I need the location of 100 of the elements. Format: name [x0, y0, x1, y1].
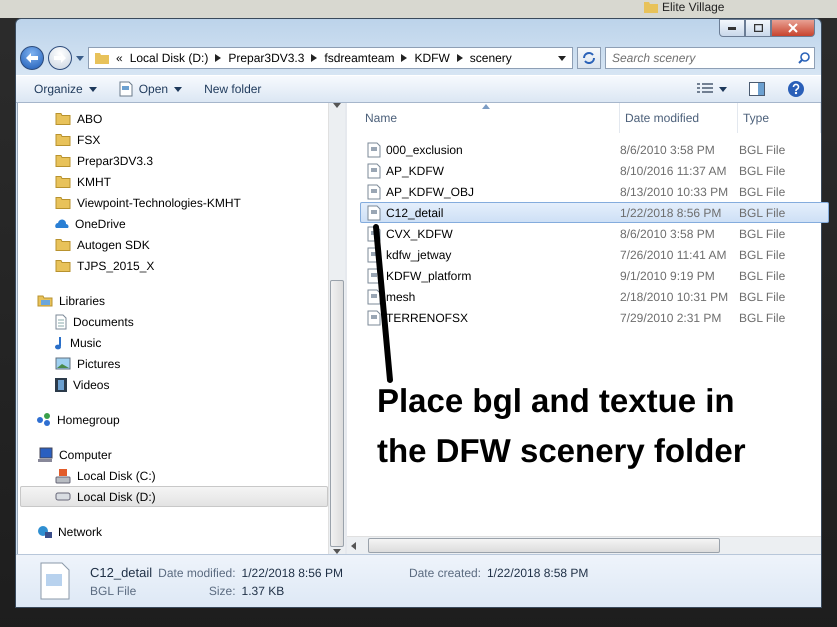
breadcrumb[interactable]: KDFW [414, 51, 450, 65]
nav-item[interactable]: Videos [20, 374, 328, 395]
drive-icon [55, 468, 71, 484]
nav-item[interactable]: Music [20, 332, 328, 353]
chevron-icon [401, 54, 408, 62]
toolbar-menu-button[interactable]: Open [110, 79, 190, 99]
column-header[interactable]: Name [360, 103, 620, 133]
toolbar-button[interactable]: New folder [196, 80, 270, 98]
folder-icon [55, 238, 71, 252]
nav-item[interactable]: Network [20, 521, 328, 542]
preview-pane-icon [749, 82, 765, 96]
folder-icon [55, 174, 71, 188]
file-type: BGL File [738, 184, 786, 198]
breadcrumb[interactable]: fsdreamteam [324, 51, 394, 65]
column-header[interactable]: Type [738, 103, 821, 133]
details-value: 1/22/2018 8:56 PM [242, 566, 343, 580]
file-row[interactable]: C12_detail 1/22/2018 8:56 PM BGL File [360, 202, 829, 223]
cloud-icon [55, 218, 69, 228]
file-type: BGL File [738, 142, 786, 156]
close-button[interactable] [771, 19, 815, 37]
breadcrumb[interactable]: scenery [470, 51, 512, 65]
file-row[interactable]: mesh 2/18/2010 10:31 PM BGL File [360, 286, 829, 307]
nav-item[interactable]: Documents [20, 311, 328, 332]
file-name: mesh [361, 288, 619, 304]
details-file-name: C12_detail [90, 564, 152, 580]
chevron-icon [311, 54, 318, 62]
file-row[interactable]: kdfw_jetway 7/26/2010 11:41 AM BGL File [360, 244, 829, 265]
folder-icon [644, 1, 658, 13]
nav-item[interactable]: Pictures [20, 353, 328, 374]
scrollbar[interactable] [347, 536, 821, 554]
file-name: KDFW_platform [361, 268, 619, 284]
file-row[interactable]: KDFW_platform 9/1/2010 9:19 PM BGL File [360, 265, 829, 286]
homegroup-icon [37, 413, 51, 426]
nav-item[interactable]: OneDrive [20, 213, 328, 234]
file-type: BGL File [738, 164, 786, 178]
toolbar-menu-button[interactable]: Organize [26, 80, 105, 98]
back-button[interactable] [20, 46, 44, 70]
chevron-icon [215, 54, 222, 62]
nav-item[interactable]: TJPS_2015_X [20, 255, 328, 276]
folder-icon [55, 132, 71, 146]
nav-item[interactable]: KMHT [20, 171, 328, 192]
file-date: 7/29/2010 2:31 PM [619, 310, 722, 324]
nav-item[interactable]: Prepar3DV3.3 [20, 150, 328, 171]
close-icon [788, 23, 798, 33]
nav-item[interactable]: Homegroup [20, 409, 328, 430]
folder-icon [55, 154, 71, 168]
column-header[interactable]: Date modified [620, 103, 738, 133]
nav-item[interactable]: Local Disk (D:) [20, 486, 328, 507]
minimize-button[interactable] [719, 19, 745, 37]
folder-icon [55, 196, 71, 210]
refresh-icon [582, 51, 596, 65]
drive-icon [55, 492, 71, 501]
nav-item[interactable]: Computer [20, 444, 328, 465]
file-icon [367, 142, 381, 158]
file-row[interactable]: 000_exclusion 8/6/2010 3:58 PM BGL File [360, 139, 829, 160]
breadcrumb-overflow[interactable]: « [116, 51, 123, 65]
forward-button[interactable] [48, 46, 72, 70]
folder-icon [55, 258, 71, 272]
nav-item[interactable]: Local Disk (C:) [20, 465, 328, 486]
file-row[interactable]: AP_KDFW 8/10/2016 11:37 AM BGL File [360, 160, 829, 181]
minimize-icon [728, 26, 736, 30]
folder-icon [55, 112, 71, 126]
file-type: BGL File [738, 226, 786, 240]
maximize-icon [754, 24, 762, 32]
maximize-button[interactable] [745, 19, 771, 37]
file-name: kdfw_jetway [361, 246, 619, 262]
breadcrumb[interactable]: Prepar3DV3.3 [228, 51, 304, 65]
address-bar[interactable]: « Local Disk (D:) Prepar3DV3.3 fsdreamteam KDFW scenery [88, 47, 573, 69]
details-label: Date modified: [158, 566, 236, 580]
nav-item[interactable]: Libraries [20, 290, 328, 311]
details-label: Size: [208, 584, 236, 598]
nav-item[interactable]: Viewpoint-Technologies-KMHT [20, 192, 328, 213]
file-type: BGL File [738, 268, 786, 282]
file-icon [367, 310, 381, 326]
forward-arrow-icon [54, 53, 66, 63]
file-icon [367, 162, 381, 178]
file-row[interactable]: AP_KDFW_OBJ 8/13/2010 10:33 PM BGL File [360, 181, 829, 202]
file-date: 1/22/2018 8:56 PM [619, 206, 722, 220]
caret-icon [88, 86, 97, 92]
document-icon [55, 314, 67, 330]
folder-icon [95, 52, 109, 64]
document-icon [118, 81, 133, 97]
help-icon [787, 80, 805, 98]
annotation-text: Place bgl and textue in the DFW scenery folder [377, 381, 747, 471]
file-type: BGL File [738, 248, 786, 262]
left-arrow-icon [351, 542, 356, 550]
music-note-icon [55, 336, 64, 350]
details-value: 1/22/2018 8:58 PM [487, 566, 588, 580]
search-field[interactable]: Search scenery [605, 47, 815, 69]
refresh-button[interactable] [577, 47, 601, 69]
scrollbar[interactable] [328, 103, 345, 554]
picture-icon [55, 357, 71, 370]
file-type: BGL File [738, 290, 786, 304]
file-icon [367, 204, 381, 220]
nav-item[interactable]: FSX [20, 129, 328, 150]
nav-item[interactable]: ABO [20, 108, 328, 129]
caret-icon [174, 86, 182, 92]
breadcrumb[interactable]: Local Disk (D:) [130, 51, 208, 65]
file-icon [367, 288, 381, 304]
nav-item[interactable]: Autogen SDK [20, 234, 328, 255]
